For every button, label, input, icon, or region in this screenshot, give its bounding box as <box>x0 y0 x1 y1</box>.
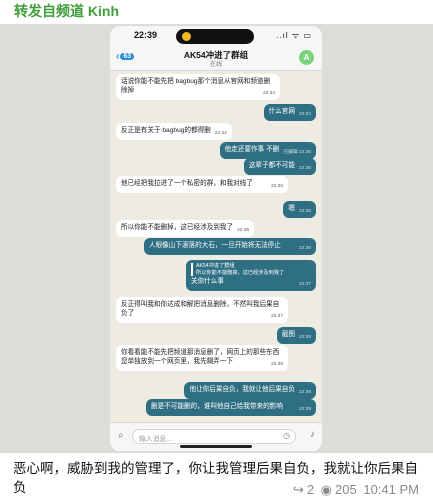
forward-icon: ↪ <box>292 482 304 497</box>
message-input: 输入消息... ◷ <box>132 429 296 444</box>
message-time: 22:39 <box>270 362 283 367</box>
message-bubble: 人眼像山下滚落的大石，一旦开始将无法停止 22:36 <box>144 238 316 255</box>
message-time: 已编辑 22:35 <box>283 150 311 155</box>
attachment-icon: ⌕ <box>118 430 124 441</box>
message-text: 什么官网 <box>268 108 295 115</box>
message-time: 22:37 <box>270 314 283 319</box>
view-count: 205 <box>335 482 357 497</box>
microphone-icon: ♪ <box>310 429 315 440</box>
post-time: 10:41 PM <box>363 482 419 497</box>
message-bubble: 截图 22:38 <box>276 327 316 344</box>
phone-screen: 22:39 ..ıl ᯤ ▭ ‹ 63 AK54冲进了群组 在线 A 话说你能不能… <box>110 26 322 451</box>
message-text: 人眼像山下滚落的大石，一旦开始将无法停止 <box>149 242 281 249</box>
forward-count: 2 <box>306 482 315 497</box>
message-time: 22:36 <box>270 184 283 189</box>
status-time: 22:39 <box>134 30 158 40</box>
message-bubble: 所以你能不能删掉，这已经涉及到我了 22:36 <box>116 220 255 237</box>
quoted-text: 所以你能不能删掉，这已经涉及到我了 <box>196 269 285 276</box>
message-time: 22:39 <box>298 390 311 395</box>
schedule-icon: ◷ <box>283 431 290 440</box>
message-bubble: 嗯 22:36 <box>283 201 316 218</box>
message-text: 你看看能不能先把频道那消息删了，网页上的那些东西您单独放到一个网页里，我先糊弄一… <box>121 349 280 365</box>
reply-message-bubble: AK54冲进了群组 所以你能不能删掉，这已经涉及到我了 关你什么事 22:37 <box>186 260 316 291</box>
post-footer: ↪ 2 ◉ 205 10:41 PM <box>290 482 419 498</box>
status-bar: 22:39 ..ıl ᯤ ▭ <box>110 26 322 46</box>
message-time: 22:38 <box>298 335 311 340</box>
message-text: 反正得叫我和你达成和解把消息删除，不然叫我后果自负了 <box>121 301 280 317</box>
message-bubble: 他走还要作事 不删 已编辑 22:35 <box>219 142 316 159</box>
message-bubble: 你看看能不能先把频道那消息删了，网页上的那些东西您单独放到一个网页里，我先糊弄一… <box>116 345 288 371</box>
message-text: 嗯 <box>288 205 295 212</box>
avatar: A <box>299 50 314 65</box>
views-icon: ◉ <box>320 482 333 497</box>
message-bubble: 他让你后果自负，我就让他后果自负 22:39 <box>184 382 316 399</box>
message-text: 关你什么事 <box>191 278 224 285</box>
message-bubble: 这辈子都不可能 22:35 <box>243 158 316 175</box>
message-text: 这辈子都不可能 <box>248 162 295 169</box>
input-placeholder: 输入消息... <box>139 436 172 443</box>
message-time: 22:37 <box>298 282 311 287</box>
screenshot-photo[interactable]: 22:39 ..ıl ᯤ ▭ ‹ 63 AK54冲进了群组 在线 A 话说你能不能… <box>0 24 433 453</box>
message-bubble: 删是不可能删的，谁叫他自己给我带来的影响 22:39 <box>146 399 316 416</box>
quoted-message: AK54冲进了群组 所以你能不能删掉，这已经涉及到我了 <box>191 263 311 276</box>
signal-wifi-battery-icon: ..ıl ᯤ ▭ <box>276 31 312 40</box>
message-time: 22:34 <box>214 131 227 136</box>
dynamic-island <box>176 29 254 44</box>
forwarded-from-header[interactable]: 转发自频道 Kinh <box>14 0 119 22</box>
message-text: 反正是有关于 bagbug的都得删 <box>121 127 211 134</box>
message-time: 22:35 <box>298 166 311 171</box>
message-text: 删是不可能删的，谁叫他自己给我带来的影响 <box>151 403 283 410</box>
message-time: 22:36 <box>298 246 311 251</box>
chat-status: 在线 <box>209 62 222 68</box>
message-text: 他走还要作事 不删 <box>224 146 280 153</box>
message-time: 22:36 <box>298 209 311 214</box>
message-text: 他已经把我拉进了一个私密的群，和我对线了 <box>121 180 253 187</box>
message-bubble: 什么官网 22:34 <box>263 104 316 121</box>
message-bubble: 他已经把我拉进了一个私密的群，和我对线了 22:36 <box>116 176 288 193</box>
message-bubble: 反正是有关于 bagbug的都得删 22:34 <box>116 123 232 140</box>
message-text: 所以你能不能删掉，这已经涉及到我了 <box>121 224 234 231</box>
message-time: 22:36 <box>237 228 250 233</box>
home-indicator <box>180 445 252 448</box>
message-text: 截图 <box>281 331 295 338</box>
message-bubble: 反正得叫我和你达成和解把消息删除，不然叫我后果自负了 22:37 <box>116 297 288 323</box>
message-time: 22:34 <box>298 112 311 117</box>
message-time: 22:39 <box>298 407 311 412</box>
chat-header: ‹ 63 AK54冲进了群组 在线 A <box>110 46 322 71</box>
notification-dot-icon <box>182 32 191 41</box>
message-text: 他让你后果自负，我就让他后果自负 <box>189 386 295 393</box>
message-bubble: 话说你能不能先把 bagbug那个消息从官网和频道删除掉 22:34 <box>116 74 280 100</box>
message-time: 22:34 <box>262 91 275 96</box>
message-text: 话说你能不能先把 bagbug那个消息从官网和频道删除掉 <box>121 78 271 94</box>
